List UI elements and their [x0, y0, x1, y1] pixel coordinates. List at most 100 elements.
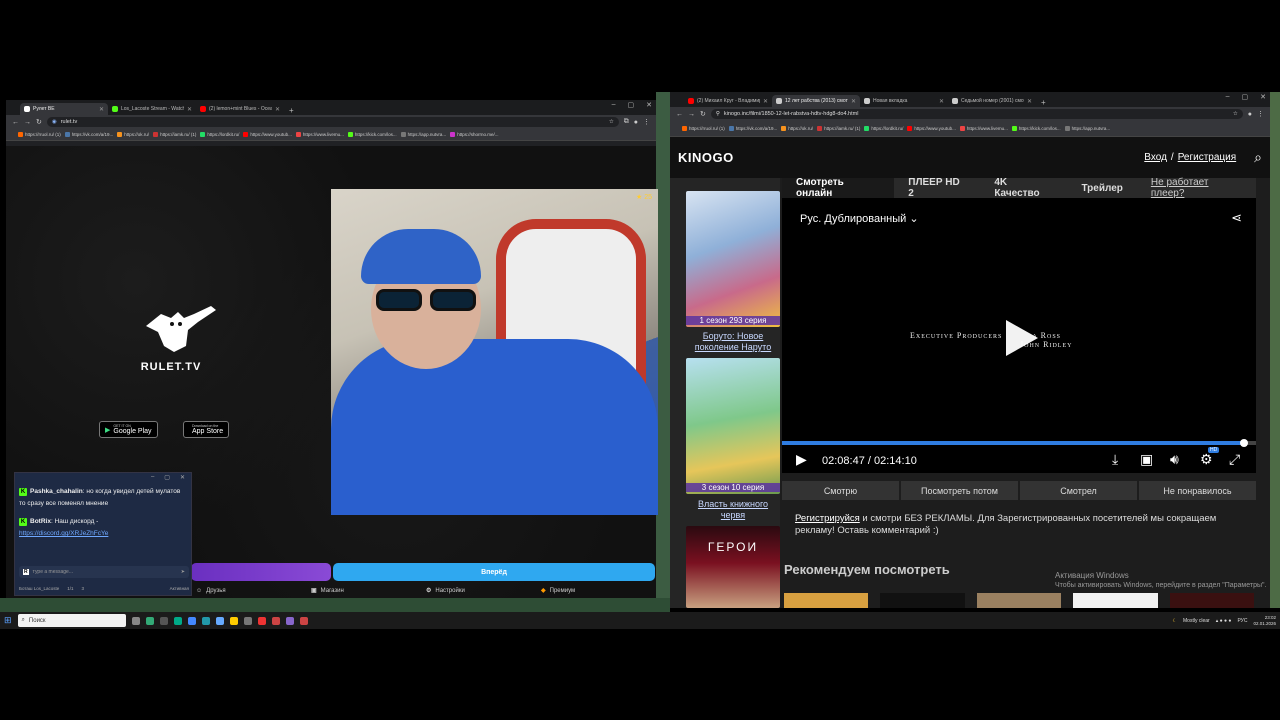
menu-icon[interactable]: ⋮	[1257, 110, 1264, 118]
poster-bookworm[interactable]: 3 сезон 10 серия	[686, 358, 780, 494]
left-tab-1[interactable]: Los_Lacoste Stream - Watch Li ✕	[108, 103, 196, 115]
windows-start-icon[interactable]: ⊞	[4, 615, 12, 626]
dislike-button[interactable]: Не понравилось	[1139, 481, 1256, 500]
bookmark-item[interactable]: https://iamk.ru/ (1)	[153, 132, 196, 137]
settings-gear-icon[interactable]: ⚙	[1200, 451, 1213, 468]
chrome-icon[interactable]	[257, 616, 266, 625]
nav-premium[interactable]: ◆ Премиум	[541, 587, 656, 595]
recommend-thumb[interactable]	[784, 593, 869, 608]
discord-link[interactable]: https://discord.gg/XRJeZhFcYe	[19, 530, 108, 537]
bookmark-item[interactable]: https://ok.ru/	[117, 132, 149, 137]
close-icon[interactable]: ✕	[1027, 98, 1032, 105]
google-play-button[interactable]: ▶ GET IT ON Google Play	[99, 421, 158, 438]
close-window-icon[interactable]: ✕	[646, 101, 652, 109]
left-tab-2[interactable]: (2) lemon+mint Blues - Ocean ✕	[196, 103, 284, 115]
send-icon[interactable]: ➤	[181, 569, 185, 575]
tab-trailer[interactable]: Трейлер	[1067, 183, 1136, 194]
bookmark-item[interactable]: https://vk.com/a/19...	[728, 126, 777, 131]
site-info-icon[interactable]: ⚲	[716, 111, 720, 117]
reload-icon[interactable]: ↻	[700, 110, 706, 118]
close-icon[interactable]: ✕	[851, 98, 856, 105]
close-icon[interactable]: ✕	[99, 106, 104, 113]
register-link[interactable]: Регистрация	[1178, 152, 1236, 163]
poster-boruto[interactable]: 1 сезон 293 серия	[686, 191, 780, 327]
telegram-icon[interactable]	[201, 616, 210, 625]
recommend-thumb[interactable]	[976, 593, 1062, 608]
nav-settings[interactable]: ⚙ Настройки	[426, 587, 541, 595]
app-icon[interactable]	[299, 616, 308, 625]
taskbar-search[interactable]: ⌕ Поиск	[17, 614, 126, 627]
app-icon[interactable]	[285, 616, 294, 625]
kinogo-logo[interactable]: KINOGO	[678, 150, 1144, 165]
minimize-icon[interactable]: –	[1226, 93, 1230, 101]
right-tab-0[interactable]: (2) Михаил Круг - Владимирс ✕	[684, 95, 772, 107]
app-icon[interactable]	[243, 616, 252, 625]
app-icon[interactable]	[215, 616, 224, 625]
new-tab-icon[interactable]: +	[284, 106, 299, 115]
nav-friends[interactable]: ☺ Друзья	[196, 588, 311, 594]
address-bar[interactable]: ◉ rulet.tv ☆	[46, 117, 619, 127]
close-icon[interactable]: ✕	[275, 106, 280, 113]
forward-icon[interactable]: →	[24, 119, 31, 126]
task-view-icon[interactable]	[131, 616, 140, 625]
weather-text[interactable]: Mostly clear	[1183, 618, 1210, 624]
search-icon[interactable]: ⌕	[1254, 149, 1262, 166]
close-icon[interactable]: ✕	[187, 106, 192, 113]
bookmark-item[interactable]: https://rruol.ru/ (1)	[18, 132, 61, 137]
extensions-icon[interactable]: ⧉	[624, 118, 629, 126]
recommend-thumb[interactable]	[1073, 593, 1158, 608]
bookmark-item[interactable]: https://www.livemu...	[959, 126, 1008, 131]
poster-title[interactable]: Боруто: Новое поколение Наруто	[686, 331, 780, 353]
maximize-icon[interactable]: ▢	[628, 101, 635, 109]
bookmark-item[interactable]: https://kick.com/los...	[1011, 126, 1061, 131]
bookmark-item[interactable]: https://vk.com/a/19...	[64, 132, 113, 137]
bookmark-item[interactable]: https://shorrno.me/...	[450, 132, 498, 137]
webcam-video[interactable]: ★ 25	[331, 189, 658, 515]
big-play-icon[interactable]	[1006, 320, 1038, 356]
tray-icons[interactable]: ▴ ● ● ●	[1216, 618, 1232, 624]
app-icon[interactable]	[159, 616, 168, 625]
bookmark-item[interactable]: https://lordkit.ru/	[200, 132, 239, 137]
player-broken-link[interactable]: Не работает плеер?	[1137, 177, 1256, 199]
progress-bar[interactable]	[782, 439, 1256, 447]
tab-watch-online[interactable]: Смотреть онлайн	[782, 177, 895, 199]
bookmark-item[interactable]: https://www.youtub...	[907, 126, 956, 131]
progress-handle[interactable]	[1240, 439, 1249, 447]
bookmark-star-icon[interactable]: ☆	[1233, 111, 1238, 117]
register-promo-link[interactable]: Регистрируйся	[795, 513, 860, 524]
download-icon[interactable]: ⤓	[1112, 451, 1118, 468]
bookmark-item[interactable]: https://app.nutvra...	[1064, 126, 1110, 131]
new-tab-icon[interactable]: +	[1036, 98, 1051, 107]
login-link[interactable]: Вход	[1144, 152, 1167, 163]
right-tab-1[interactable]: 12 лет рабства (2013) смотре ✕	[772, 95, 860, 107]
bookmark-item[interactable]: https://www.youtub...	[243, 132, 292, 137]
reload-icon[interactable]: ↻	[36, 118, 42, 126]
clock[interactable]: 23:02 02.01.2026	[1253, 615, 1276, 627]
dub-select[interactable]: Рус. Дублированный ⌄	[800, 212, 919, 225]
app-icon[interactable]	[271, 616, 280, 625]
bookmark-item[interactable]: https://kick.com/los...	[347, 132, 397, 137]
language-indicator[interactable]: РУС	[1237, 618, 1247, 624]
bookmark-item[interactable]: https://rruol.ru/ (1)	[682, 126, 725, 131]
next-button-left[interactable]	[191, 563, 331, 581]
explorer-icon[interactable]	[229, 616, 238, 625]
minimize-icon[interactable]: –	[151, 474, 154, 482]
edge-icon[interactable]	[173, 616, 182, 625]
site-info-icon[interactable]: ◉	[52, 119, 57, 125]
bookmark-star-icon[interactable]: ☆	[609, 119, 614, 125]
video-player[interactable]: Рус. Дублированный ⌄ ⋖ Executive Produce…	[782, 198, 1256, 473]
left-tab-0[interactable]: Рулет ВЕ ✕	[20, 103, 108, 115]
app-icon[interactable]	[187, 616, 196, 625]
bookmark-item[interactable]: https://lordkit.ru/	[864, 126, 903, 131]
app-icon[interactable]	[145, 616, 154, 625]
fullscreen-icon[interactable]: ⤢	[1229, 451, 1240, 468]
tab-4k[interactable]: 4K Качество	[980, 177, 1067, 199]
watching-button[interactable]: Смотрю	[782, 481, 899, 500]
watch-later-button[interactable]: Посмотреть потом	[901, 481, 1018, 500]
profile-icon[interactable]: ●	[1248, 111, 1252, 118]
pip-icon[interactable]: ▣	[1140, 451, 1153, 468]
recommend-thumb[interactable]	[880, 593, 965, 608]
share-icon[interactable]: ⋖	[1231, 210, 1242, 226]
right-tab-2[interactable]: Новая вкладка ✕	[860, 95, 948, 107]
back-icon[interactable]: ←	[12, 119, 19, 126]
